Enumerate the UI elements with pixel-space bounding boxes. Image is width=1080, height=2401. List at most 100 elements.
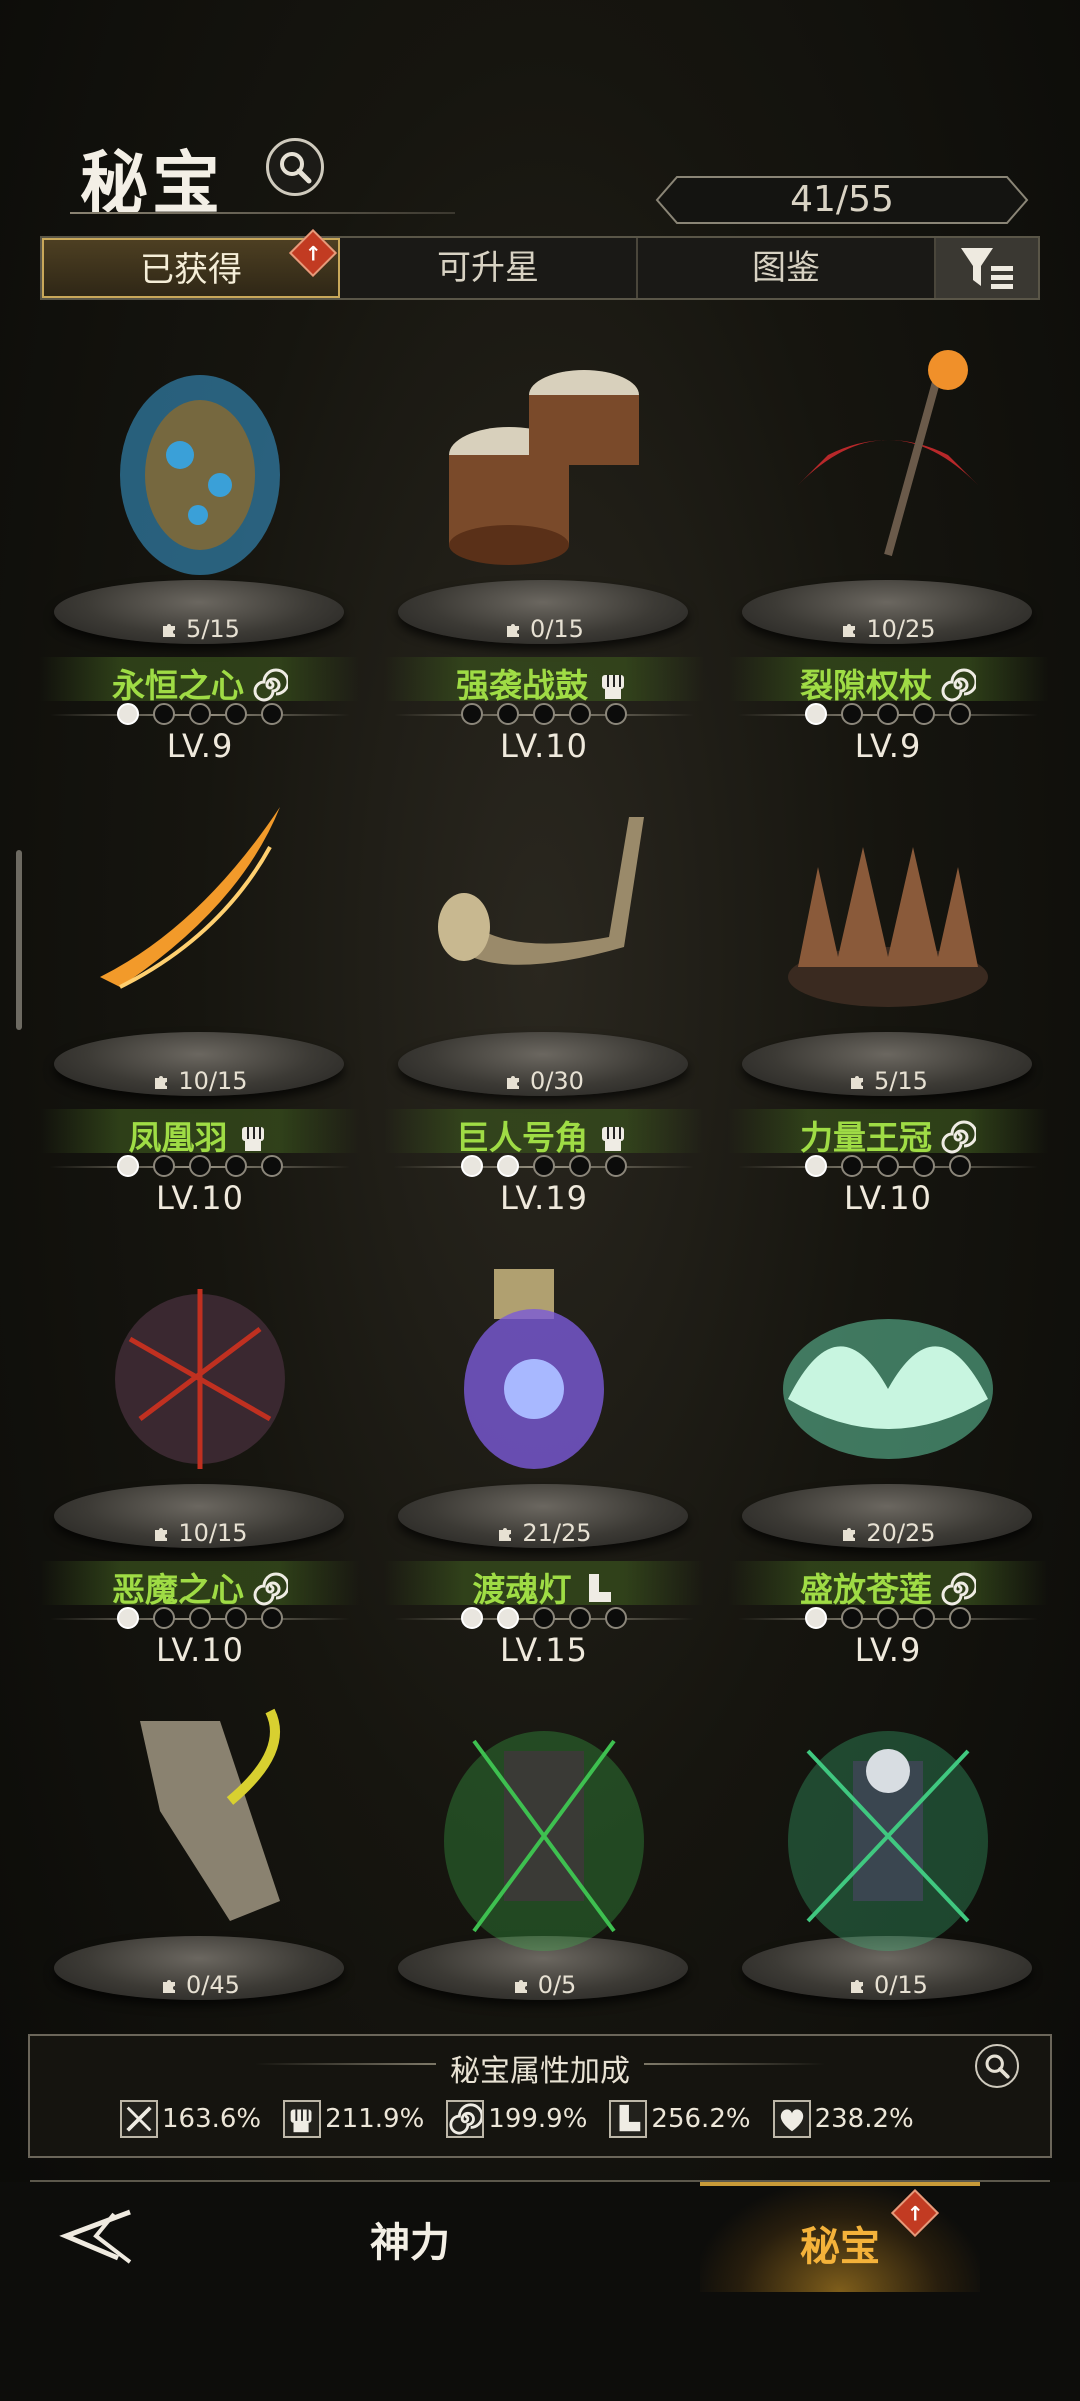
- shard-progress: 10/15: [40, 1519, 360, 1547]
- spiral-icon: [252, 667, 290, 703]
- treasure-card[interactable]: 20/25 盛放苍莲 LV.9: [728, 1229, 1048, 1669]
- star-slot: [533, 1607, 555, 1629]
- star-slot: [877, 703, 899, 725]
- treasure-name: 强袭战鼓: [384, 659, 704, 707]
- treasure-artwork: [768, 1239, 1008, 1499]
- sword-icon: [120, 2100, 158, 2138]
- bonus-stat-value: 238.2%: [814, 2104, 914, 2134]
- treasure-card[interactable]: 10/15 恶魔之心 LV.10: [40, 1229, 360, 1669]
- treasure-artwork: [424, 1239, 664, 1499]
- bonus-stat: 163.6%: [120, 2100, 261, 2138]
- star-slot: [605, 1155, 627, 1177]
- shard-progress: 0/30: [384, 1067, 704, 1095]
- treasure-level: LV.10: [156, 1631, 244, 1669]
- treasure-card[interactable]: 10/25 裂隙权杖 LV.9: [728, 325, 1048, 765]
- treasure-card[interactable]: 0/30 巨人号角 LV.19: [384, 777, 704, 1217]
- progress-text: 5/15: [186, 615, 240, 643]
- star-slot: [117, 1155, 139, 1177]
- bonus-stat: 256.2%: [609, 2100, 751, 2138]
- treasure-card[interactable]: 21/25 渡魂灯 LV.15: [384, 1229, 704, 1669]
- star-slot: [461, 703, 483, 725]
- treasure-card[interactable]: 0/15 强袭战鼓 LV.10: [384, 325, 704, 765]
- shard-progress: 20/25: [728, 1519, 1048, 1547]
- star-slot: [189, 1155, 211, 1177]
- star-slot: [569, 1607, 591, 1629]
- treasure-name: 巨人号角: [384, 1111, 704, 1159]
- star-slot: [877, 1607, 899, 1629]
- shard-progress: 5/15: [728, 1067, 1048, 1095]
- star-slot: [497, 1607, 519, 1629]
- bonus-stat: 211.9%: [283, 2100, 424, 2138]
- treasure-name: 恶魔之心: [40, 1563, 360, 1611]
- star-slot: [805, 1607, 827, 1629]
- treasure-card[interactable]: 10/15 凤凰羽 LV.10: [40, 777, 360, 1217]
- back-button[interactable]: [56, 2200, 136, 2270]
- star-slot: [261, 1155, 283, 1177]
- bonus-stat: 238.2%: [772, 2100, 914, 2138]
- star-rating: [40, 1607, 360, 1631]
- tab-label: 图鉴: [752, 248, 820, 288]
- progress-text: 0/15: [874, 1971, 928, 1999]
- star-slot: [261, 703, 283, 725]
- treasure-artwork: [424, 1691, 664, 1951]
- filter-icon: [961, 248, 1013, 289]
- shard-progress: 0/15: [728, 1971, 1048, 1999]
- treasure-artwork: [768, 335, 1008, 595]
- puzzle-icon: [160, 617, 180, 637]
- boot-icon: [609, 2100, 648, 2138]
- title-underline: [70, 212, 455, 214]
- bonus-stat-value: 163.6%: [162, 2104, 262, 2134]
- shard-progress: 0/15: [384, 615, 704, 643]
- star-rating: [384, 1607, 704, 1631]
- treasure-artwork: [768, 787, 1008, 1047]
- star-slot: [117, 703, 139, 725]
- puzzle-icon: [504, 617, 524, 637]
- shard-progress: 21/25: [384, 1519, 704, 1547]
- treasure-artwork: [80, 787, 320, 1047]
- puzzle-icon: [848, 1973, 868, 1993]
- bonus-title: 秘宝属性加成: [30, 2046, 1050, 2090]
- puzzle-icon: [152, 1069, 172, 1089]
- star-slot: [877, 1155, 899, 1177]
- nav-treasure-label: 秘宝: [800, 2224, 880, 2270]
- treasure-artwork: [80, 335, 320, 595]
- star-rating: [728, 703, 1048, 727]
- tab-obtained[interactable]: 已获得 ↑: [42, 228, 340, 298]
- spiral-icon: [940, 1119, 978, 1155]
- search-button[interactable]: [266, 138, 324, 196]
- treasure-name: 盛放苍莲: [728, 1563, 1048, 1611]
- scroll-indicator[interactable]: [16, 850, 22, 1030]
- filter-button[interactable]: [936, 238, 1038, 298]
- star-slot: [153, 1155, 175, 1177]
- puzzle-icon: [160, 1973, 180, 1993]
- star-slot: [261, 1607, 283, 1629]
- star-slot: [949, 703, 971, 725]
- star-slot: [805, 1155, 827, 1177]
- upgrade-badge-icon: ↑: [288, 228, 338, 278]
- treasure-card[interactable]: 5/15 力量王冠 LV.10: [728, 777, 1048, 1217]
- bonus-detail-button[interactable]: [975, 2044, 1019, 2088]
- star-slot: [225, 703, 247, 725]
- star-slot: [533, 703, 555, 725]
- star-slot: [949, 1155, 971, 1177]
- bottom-nav: 神力 秘宝 ↑: [0, 2182, 1080, 2401]
- fist-icon: [283, 2100, 322, 2138]
- progress-text: 10/15: [178, 1519, 248, 1547]
- shard-progress: 10/25: [728, 615, 1048, 643]
- star-slot: [117, 1607, 139, 1629]
- tab-codex[interactable]: 图鉴: [638, 238, 936, 298]
- star-slot: [913, 703, 935, 725]
- star-slot: [841, 703, 863, 725]
- progress-text: 21/25: [522, 1519, 592, 1547]
- star-rating: [728, 1607, 1048, 1631]
- star-slot: [569, 703, 591, 725]
- treasure-card[interactable]: 5/15 永恒之心 LV.9: [40, 325, 360, 765]
- tab-upgradable[interactable]: 可升星: [340, 238, 638, 298]
- nav-divine-power[interactable]: 神力: [300, 2210, 520, 2268]
- puzzle-icon: [840, 1521, 860, 1541]
- counter-text: 41/55: [790, 179, 894, 220]
- search-icon: [985, 2054, 1010, 2079]
- shard-progress: 10/15: [40, 1067, 360, 1095]
- nav-treasure[interactable]: 秘宝 ↑: [700, 2182, 980, 2292]
- spiral-icon: [940, 1571, 978, 1607]
